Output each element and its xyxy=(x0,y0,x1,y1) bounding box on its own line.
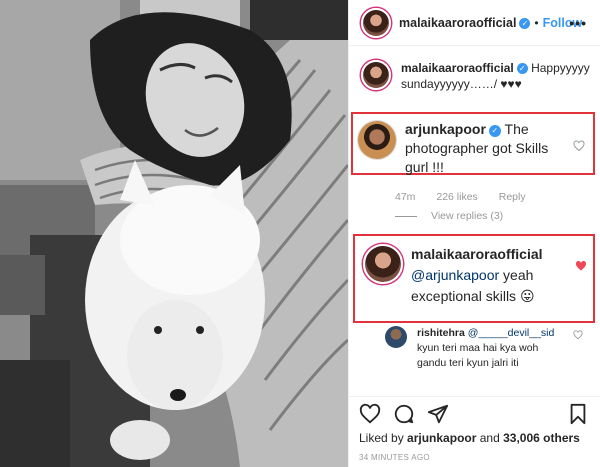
caption-avatar[interactable] xyxy=(361,60,391,90)
comment-highlight-malaika: malaikaaroraofficial @arjunkapoor yeah e… xyxy=(353,234,595,323)
caption-author[interactable]: malaikaaroraofficial xyxy=(401,61,514,75)
photo-illustration xyxy=(0,0,348,467)
post-photo[interactable] xyxy=(0,0,348,467)
likes-middle: and xyxy=(479,431,500,445)
post-side-panel: malaikaaroraofficial ✓ • Follow ••• malai… xyxy=(348,0,600,467)
comment-likes[interactable]: 226 likes xyxy=(436,191,477,203)
likes-user[interactable]: arjunkapoor xyxy=(407,431,476,445)
comments-list: malaikaaroraofficial ✓ Happyyyyy sundayyy… xyxy=(349,46,600,396)
replies-line xyxy=(395,215,417,217)
verified-badge-icon: ✓ xyxy=(516,63,528,74)
comment-author[interactable]: malaikaaroraofficial xyxy=(411,246,543,262)
comment-avatar[interactable] xyxy=(357,120,397,160)
bookmark-icon[interactable] xyxy=(567,403,589,425)
caption: malaikaaroraofficial ✓ Happyyyyy sundayyy… xyxy=(361,60,597,92)
author-username[interactable]: malaikaaroraofficial ✓ xyxy=(399,16,531,30)
view-replies[interactable]: View replies (3) xyxy=(395,210,503,222)
reply-avatar[interactable] xyxy=(385,326,407,348)
author-avatar[interactable] xyxy=(361,7,391,38)
reply-author[interactable]: rishitehra xyxy=(417,327,465,339)
comment-time: 47m xyxy=(395,191,416,203)
separator-dot: • xyxy=(534,15,539,30)
comment-meta: 47m 226 likes Reply xyxy=(395,191,544,203)
liked-heart-icon[interactable] xyxy=(575,260,587,272)
comment-mention[interactable]: @arjunkapoor xyxy=(411,267,499,283)
author-username-text[interactable]: malaikaaroraofficial xyxy=(399,16,516,30)
verified-badge-icon: ✓ xyxy=(519,17,531,29)
reply-text: kyun teri maa hai kya woh gandu teri kyu… xyxy=(417,342,539,369)
action-bar xyxy=(349,396,600,430)
view-replies-label[interactable]: View replies (3) xyxy=(431,210,503,222)
reply-mention[interactable]: @_____devil__sid xyxy=(468,327,555,339)
comment-avatar[interactable] xyxy=(363,244,403,284)
comment-icon[interactable] xyxy=(393,403,415,425)
verified-badge-icon: ✓ xyxy=(488,125,501,137)
likes-count[interactable]: 33,006 others xyxy=(503,431,580,445)
comment-highlight-arjun: arjunkapoor ✓ The photographer got Skills… xyxy=(351,112,595,175)
like-heart-icon[interactable] xyxy=(573,330,583,340)
like-heart-icon[interactable] xyxy=(573,140,585,152)
likes-prefix: Liked by xyxy=(359,431,404,445)
more-icon[interactable]: ••• xyxy=(569,15,587,31)
like-icon[interactable] xyxy=(359,403,381,425)
likes-summary: Liked by arjunkapoor and 33,006 others xyxy=(359,431,580,445)
post-header: malaikaaroraofficial ✓ • Follow ••• xyxy=(349,0,600,46)
post-timestamp[interactable]: 34 MINUTES AGO xyxy=(359,453,430,462)
share-icon[interactable] xyxy=(427,403,449,425)
comment-author[interactable]: arjunkapoor xyxy=(405,121,486,137)
reply-button[interactable]: Reply xyxy=(499,191,526,203)
reply-comment: rishitehra @_____devil__sid kyun teri ma… xyxy=(385,326,597,371)
